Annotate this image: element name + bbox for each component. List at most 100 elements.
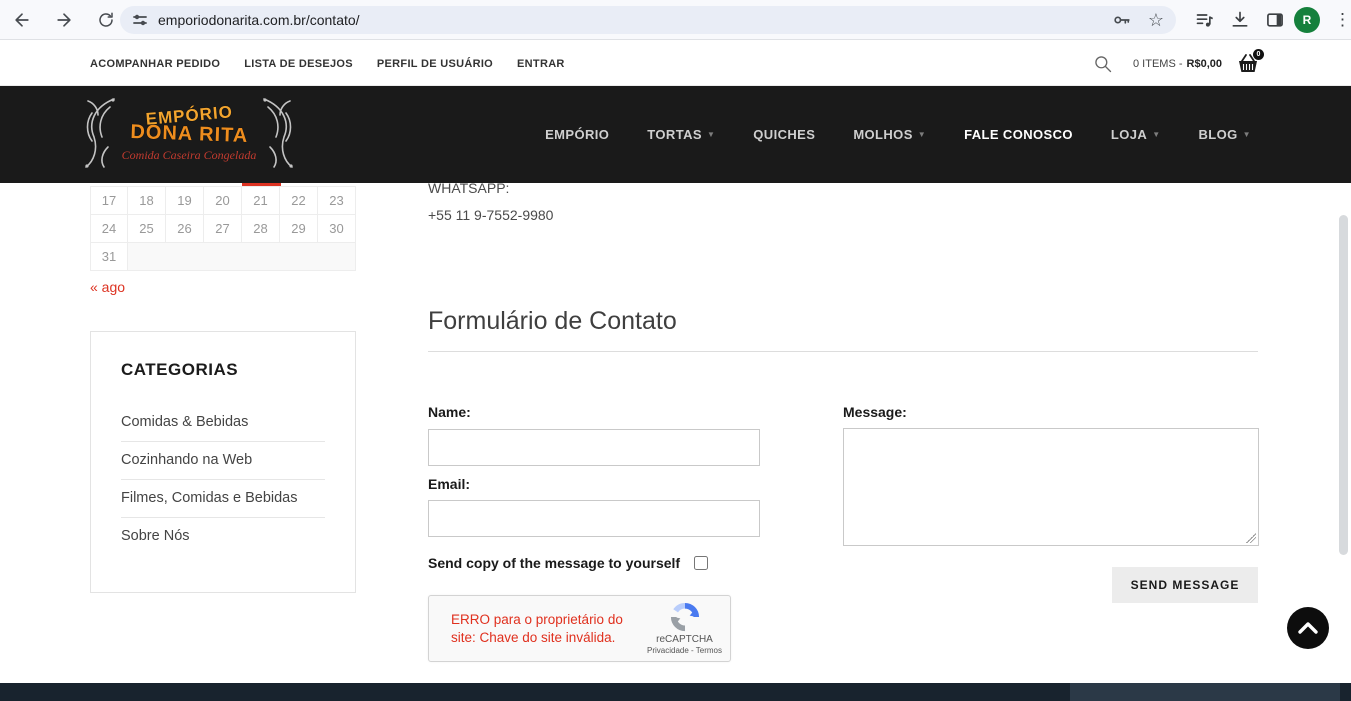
calendar-day: 23: [318, 186, 356, 215]
page-content: 17 18 19 20 21 22 23 24 25 26 27 28 29 3…: [0, 183, 1351, 683]
logo-flourish-right-icon: [258, 93, 298, 176]
forward-icon[interactable]: [52, 8, 76, 32]
recaptcha-brand: reCAPTCHA Privacidade - Termos: [647, 602, 722, 655]
calendar-day: 22: [280, 186, 318, 215]
logo-tagline: Comida Caseira Congelada: [121, 147, 257, 162]
site-header: EMPÓRIO DONA RITA Comida Caseira Congela…: [0, 86, 1351, 183]
calendar-day-today: 21: [242, 186, 280, 215]
list-item: Sobre Nós: [121, 518, 325, 555]
whatsapp-label: WHATSAPP:: [428, 183, 510, 196]
calendar-pad-cell: [128, 242, 356, 271]
cart-badge: 0: [1253, 49, 1264, 60]
downloads-icon[interactable]: [1228, 8, 1252, 32]
cart-icon[interactable]: 0: [1235, 49, 1264, 75]
nav-fale-conosco[interactable]: FALE CONOSCO: [964, 127, 1073, 142]
main-navigation: EMPÓRIO TORTAS ▼ QUICHES MOLHOS ▼ FALE CON…: [545, 86, 1251, 183]
media-controls-icon[interactable]: [1193, 8, 1217, 32]
link-acompanhar-pedido[interactable]: ACOMPANHAR PEDIDO: [90, 58, 220, 70]
link-perfil-de-usuario[interactable]: PERFIL DE USUÁRIO: [377, 58, 493, 70]
cart-amount: R$0,00: [1186, 57, 1222, 70]
email-label: Email:: [428, 476, 471, 492]
side-panel-icon[interactable]: [1263, 8, 1287, 32]
calendar-day: 18: [128, 186, 166, 215]
chevron-down-icon: ▼: [1242, 130, 1251, 139]
recaptcha-name: reCAPTCHA: [656, 634, 713, 645]
categories-list: Comidas & Bebidas Cozinhando na Web Film…: [121, 404, 325, 555]
chevron-up-icon: [1298, 622, 1318, 634]
category-sobre-nos[interactable]: Sobre Nós: [121, 528, 190, 544]
category-cozinhando-na-web[interactable]: Cozinhando na Web: [121, 452, 252, 468]
browser-toolbar: emporiodonarita.com.br/contato/ ☆ R ⋮: [0, 0, 1351, 40]
calendar-day: 31: [90, 242, 128, 271]
calendar: 17 18 19 20 21 22 23 24 25 26 27 28 29 3…: [90, 186, 356, 271]
calendar-day: 30: [318, 214, 356, 243]
nav-tortas[interactable]: TORTAS ▼: [647, 127, 715, 142]
recaptcha-widget: ERRO para o proprietário do site: Chave …: [428, 595, 731, 662]
calendar-day: 24: [90, 214, 128, 243]
account-links: ACOMPANHAR PEDIDO LISTA DE DESEJOS PERFI…: [90, 41, 565, 86]
name-label: Name:: [428, 404, 471, 420]
chevron-down-icon: ▼: [706, 130, 716, 139]
name-field[interactable]: [428, 429, 760, 466]
url-bar[interactable]: emporiodonarita.com.br/contato/ ☆: [120, 6, 1176, 34]
email-field[interactable]: [428, 500, 760, 537]
link-entrar[interactable]: ENTRAR: [517, 58, 565, 70]
send-copy-checkbox[interactable]: [694, 556, 709, 570]
whatsapp-number: +55 11 9-7552-9980: [428, 207, 554, 223]
site-logo[interactable]: EMPÓRIO DONA RITA Comida Caseira Congela…: [84, 92, 294, 176]
categories-title: CATEGORIAS: [121, 360, 239, 379]
site-topbar: ACOMPANHAR PEDIDO LISTA DE DESEJOS PERFI…: [0, 41, 1351, 86]
password-key-icon[interactable]: [1112, 10, 1132, 30]
link-lista-de-desejos[interactable]: LISTA DE DESEJOS: [244, 58, 353, 70]
page-scrollbar-thumb[interactable]: [1339, 215, 1348, 555]
nav-blog[interactable]: BLOG ▼: [1199, 127, 1251, 142]
recaptcha-terms-links[interactable]: Privacidade - Termos: [647, 646, 722, 655]
footer-top-strip: [0, 683, 1351, 701]
calendar-day: 27: [204, 214, 242, 243]
footer-strip-segment: [1070, 683, 1340, 701]
list-item: Filmes, Comidas e Bebidas: [121, 480, 325, 518]
search-icon[interactable]: [1093, 54, 1113, 74]
list-item: Cozinhando na Web: [121, 442, 325, 480]
calendar-day: 20: [204, 186, 242, 215]
divider: [428, 351, 1258, 352]
reload-icon[interactable]: [94, 8, 118, 32]
send-message-button[interactable]: SEND MESSAGE: [1112, 567, 1258, 603]
category-filmes-comidas-bebidas[interactable]: Filmes, Comidas e Bebidas: [121, 490, 298, 506]
profile-avatar[interactable]: R: [1294, 7, 1320, 33]
calendar-day: 17: [90, 186, 128, 215]
cart-summary[interactable]: 0 ITEMS - R$0,00: [1133, 41, 1222, 86]
back-icon[interactable]: [10, 8, 34, 32]
url-text[interactable]: emporiodonarita.com.br/contato/: [158, 12, 1096, 28]
calendar-prev-month-link[interactable]: « ago: [90, 279, 125, 295]
scroll-to-top-button[interactable]: [1287, 607, 1329, 649]
calendar-day: 19: [166, 186, 204, 215]
recaptcha-error-text: ERRO para o proprietário do site: Chave …: [451, 611, 623, 645]
cart-items-text: 0 ITEMS -: [1133, 57, 1183, 70]
list-item: Comidas & Bebidas: [121, 404, 325, 442]
chevron-down-icon: ▼: [1152, 130, 1161, 139]
logo-line2: DONA RITA: [129, 120, 249, 147]
site-info-icon[interactable]: [132, 12, 148, 28]
calendar-day: 29: [280, 214, 318, 243]
browser-menu-icon[interactable]: ⋮: [1334, 8, 1351, 32]
nav-quiches[interactable]: QUICHES: [753, 127, 815, 142]
logo-text: EMPÓRIO DONA RITA Comida Caseira Congela…: [121, 102, 257, 163]
category-comidas-bebidas[interactable]: Comidas & Bebidas: [121, 414, 248, 430]
message-label: Message:: [843, 404, 907, 420]
bookmark-star-icon[interactable]: ☆: [1148, 11, 1164, 29]
nav-emporio[interactable]: EMPÓRIO: [545, 127, 609, 142]
recaptcha-logo-icon: [670, 602, 699, 632]
page-title: Formulário de Contato: [428, 307, 677, 335]
chevron-down-icon: ▼: [917, 130, 927, 139]
send-copy-row: Send copy of the message to yourself: [428, 555, 709, 571]
message-field[interactable]: [843, 428, 1259, 546]
calendar-day: 25: [128, 214, 166, 243]
calendar-day: 26: [166, 214, 204, 243]
calendar-day: 28: [242, 214, 280, 243]
screen: emporiodonarita.com.br/contato/ ☆ R ⋮ AC…: [0, 0, 1351, 701]
logo-flourish-left-icon: [80, 93, 120, 176]
nav-loja[interactable]: LOJA ▼: [1111, 127, 1161, 142]
categories-widget: CATEGORIAS Comidas & Bebidas Cozinhando …: [90, 331, 356, 593]
nav-molhos[interactable]: MOLHOS ▼: [853, 127, 926, 142]
